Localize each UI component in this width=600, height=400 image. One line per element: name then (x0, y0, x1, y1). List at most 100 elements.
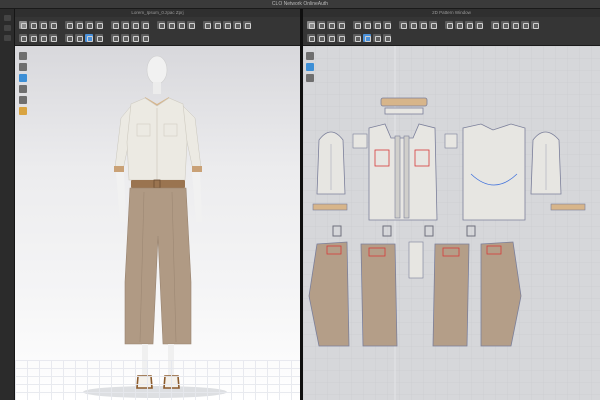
pattern-view-icon[interactable] (306, 52, 314, 60)
layers-icon[interactable] (243, 21, 251, 29)
pose-icon[interactable] (111, 34, 119, 42)
notch-icon[interactable] (429, 21, 437, 29)
move-icon[interactable] (29, 21, 37, 29)
transform-pattern-icon[interactable] (317, 21, 325, 29)
button-placket-right-pattern[interactable] (403, 135, 410, 219)
camera-icon[interactable] (167, 21, 175, 29)
left-cuff-pattern[interactable] (312, 203, 348, 211)
snapshot-icon[interactable] (187, 21, 195, 29)
back-shirt-pattern[interactable] (462, 123, 526, 221)
3d-toolbar (15, 17, 300, 46)
collar-stand-pattern[interactable] (384, 107, 424, 115)
layout-icon[interactable] (531, 21, 539, 29)
mesh-icon[interactable] (19, 34, 27, 42)
unfold-icon[interactable] (317, 34, 325, 42)
segment-sewing-icon[interactable] (445, 21, 453, 29)
grid-icon[interactable] (233, 21, 241, 29)
3d-window-titlebar: Lorem_Ipsum_0.zpac Zprj (15, 9, 300, 17)
measure-icon[interactable] (121, 21, 129, 29)
graphic-icon[interactable] (39, 34, 47, 42)
trace-icon[interactable] (409, 21, 417, 29)
import-icon[interactable] (383, 34, 391, 42)
tape-icon[interactable] (111, 21, 119, 29)
pattern-select-icon[interactable] (306, 63, 314, 71)
pattern-display-icon[interactable] (19, 85, 27, 93)
pattern-canvas[interactable] (303, 46, 600, 400)
floor-grid (15, 360, 300, 400)
front-shirt-pattern[interactable] (368, 123, 438, 221)
check-sewing-icon[interactable] (475, 21, 483, 29)
add-point-icon[interactable] (337, 21, 345, 29)
2d-viewport[interactable] (303, 46, 600, 400)
left-forearm (116, 172, 126, 222)
3d-garment-window: Lorem_Ipsum_0.zpac Zprj (15, 9, 300, 400)
fabric-icon[interactable] (85, 21, 93, 29)
simulate-icon[interactable] (65, 21, 73, 29)
circle-icon[interactable] (373, 21, 381, 29)
fly-pattern[interactable] (408, 241, 424, 279)
texture-2d-icon[interactable] (501, 21, 509, 29)
fold-icon[interactable] (49, 21, 57, 29)
annotation-icon[interactable] (521, 21, 529, 29)
window-titlebar: CLO Network OnlineAuth (0, 0, 600, 9)
ruler-icon[interactable] (511, 21, 519, 29)
seam-allowance-icon[interactable] (419, 21, 427, 29)
slash-icon[interactable] (337, 34, 345, 42)
colorway-icon[interactable] (75, 34, 83, 42)
avatar-display-icon[interactable] (19, 74, 27, 82)
button-placket-left-pattern[interactable] (394, 135, 401, 219)
active-tool-icon[interactable] (85, 34, 93, 42)
3d-window-title: Lorem_Ipsum_0.zpac Zprj (131, 10, 184, 15)
zipper-icon[interactable] (141, 21, 149, 29)
grade-icon[interactable] (353, 34, 361, 42)
pattern-info-icon[interactable] (306, 74, 314, 82)
3d-viewport[interactable] (15, 46, 300, 400)
texture-icon[interactable] (95, 21, 103, 29)
render-icon[interactable] (157, 21, 165, 29)
view-icon[interactable] (223, 21, 231, 29)
tack-icon[interactable] (465, 21, 473, 29)
trim-icon[interactable] (49, 34, 57, 42)
light-icon[interactable] (177, 21, 185, 29)
pants-back-right-pattern[interactable] (432, 243, 470, 347)
internal-line-icon[interactable] (383, 21, 391, 29)
dart-icon[interactable] (399, 21, 407, 29)
polygon-icon[interactable] (353, 21, 361, 29)
active-2d-tool-icon[interactable] (363, 34, 371, 42)
arrangement-icon[interactable] (121, 34, 129, 42)
select-icon[interactable] (19, 21, 27, 29)
avatar-icon[interactable] (75, 21, 83, 29)
collar-band-pattern[interactable] (380, 97, 428, 107)
shirt-icon[interactable] (65, 34, 73, 42)
undo-icon[interactable] (131, 34, 139, 42)
symmetric-icon[interactable] (307, 34, 315, 42)
avatar-with-garment[interactable] (15, 46, 300, 400)
library-icon[interactable] (4, 35, 11, 41)
right-cuff-pattern[interactable] (550, 203, 586, 211)
pants-back-left-pattern[interactable] (360, 243, 398, 347)
pin-icon[interactable] (39, 21, 47, 29)
edit-pattern-icon[interactable] (307, 21, 315, 29)
export-icon[interactable] (373, 34, 381, 42)
button-icon[interactable] (131, 21, 139, 29)
right-pocket-pattern[interactable] (444, 133, 458, 149)
fit-map-icon[interactable] (19, 107, 27, 115)
left-cuff (114, 166, 124, 172)
gizmo-icon[interactable] (203, 21, 211, 29)
redo-icon[interactable] (141, 34, 149, 42)
settings-icon[interactable] (213, 21, 221, 29)
rectangle-icon[interactable] (363, 21, 371, 29)
left-pocket-pattern[interactable] (352, 133, 368, 149)
grip-icon[interactable] (4, 15, 11, 21)
stitch-icon[interactable] (29, 34, 37, 42)
texture-mode-icon[interactable] (19, 63, 27, 71)
object-browser-icon[interactable] (4, 25, 11, 31)
brush-icon[interactable] (95, 34, 103, 42)
grain-icon[interactable] (491, 21, 499, 29)
offset-icon[interactable] (327, 34, 335, 42)
edit-point-icon[interactable] (327, 21, 335, 29)
stress-map-icon[interactable] (19, 96, 27, 104)
2d-pattern-window: 2D Pattern Window (303, 9, 600, 400)
free-sewing-icon[interactable] (455, 21, 463, 29)
render-mode-icon[interactable] (19, 52, 27, 60)
